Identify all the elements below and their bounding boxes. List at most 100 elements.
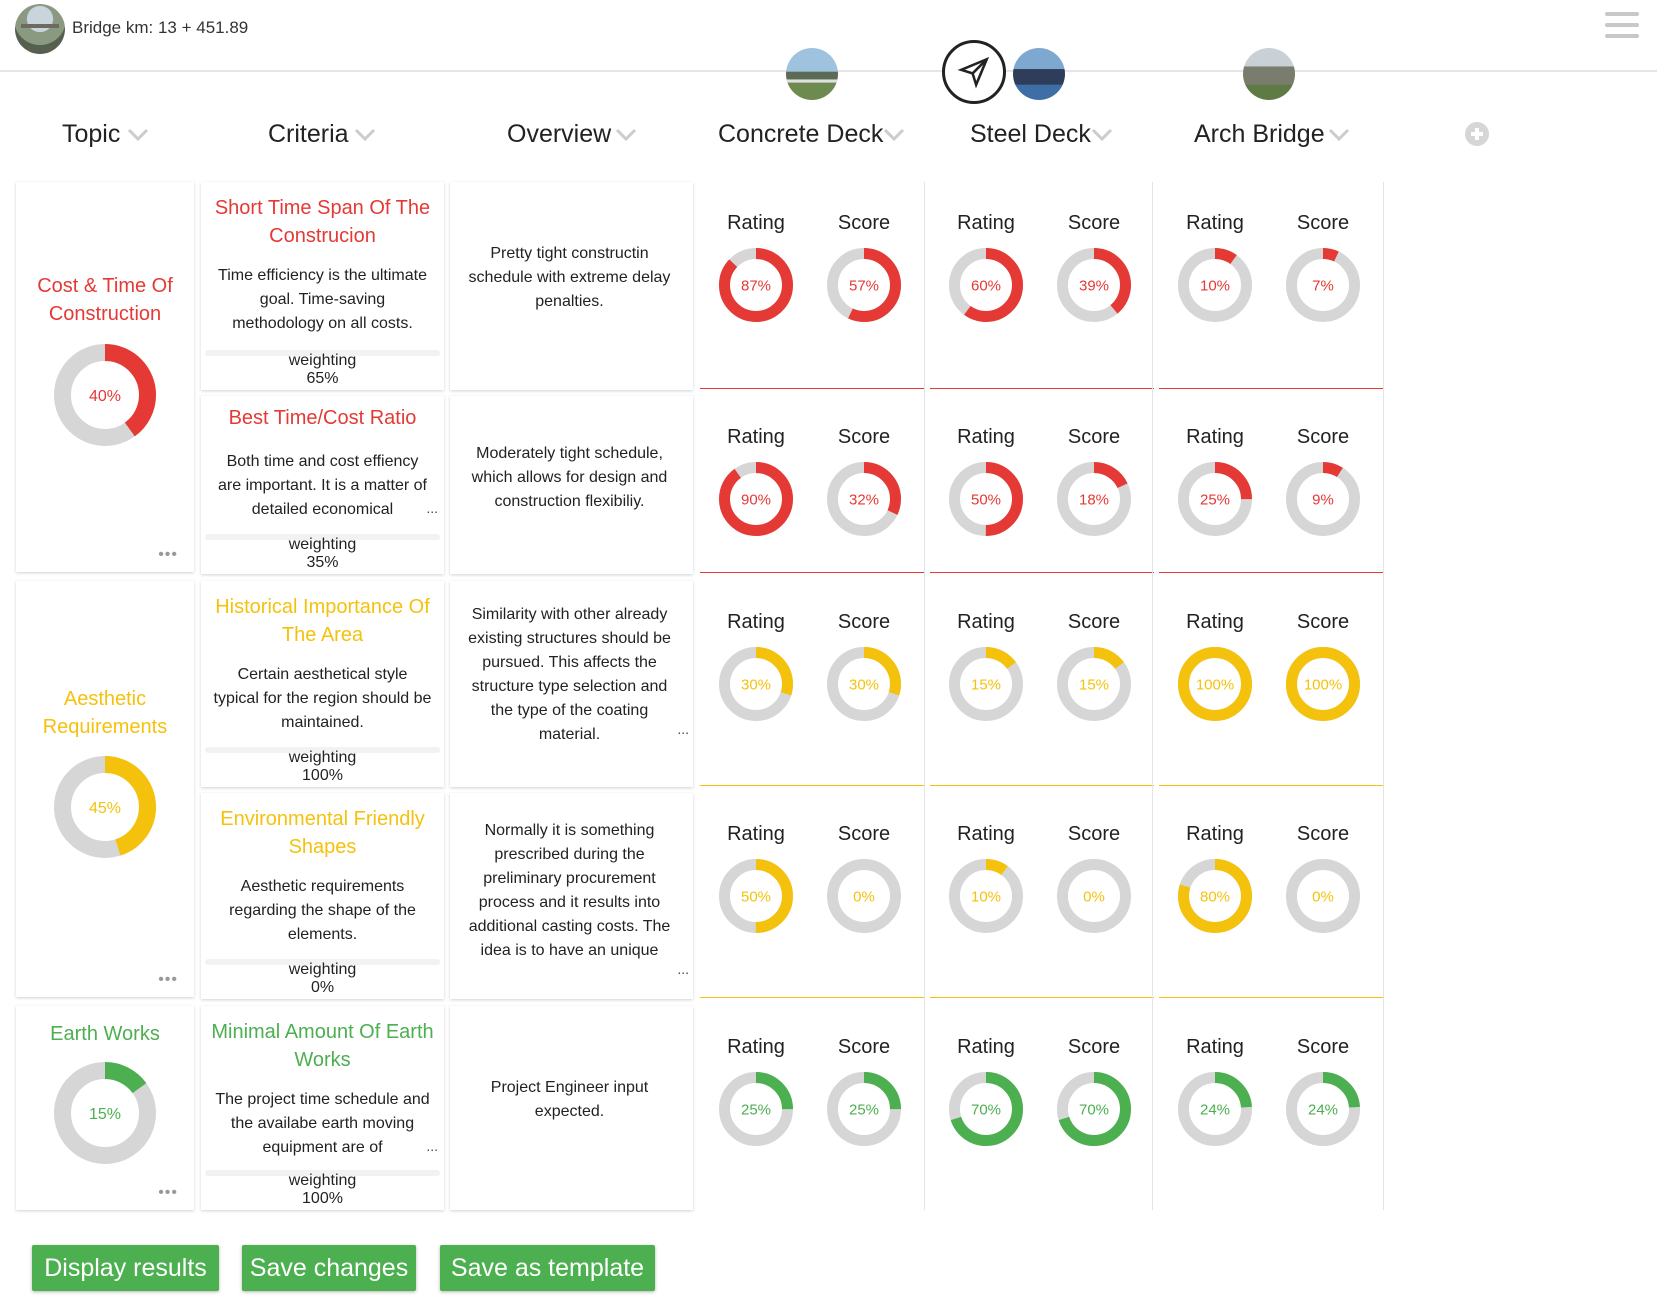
concrete-deck-image[interactable] [786, 48, 838, 100]
column-header-steel-deck[interactable]: Steel Deck [970, 120, 1091, 149]
topic-weight-ring: 15% [54, 1062, 156, 1164]
overview-card[interactable]: Normally it is something prescribed duri… [450, 793, 693, 999]
evaluation-cell[interactable]: Rating Score 60% 39% [930, 182, 1154, 390]
weighting-label: weighting [288, 352, 357, 369]
topic-card[interactable]: Aesthetic Requirements 45% ••• [16, 581, 194, 997]
ring-percent-label: 70% [1079, 1101, 1109, 1118]
bridge-title: Bridge km: 13 + 451.89 [72, 18, 249, 37]
rating-ring[interactable]: 90% [719, 462, 793, 536]
row-divider [930, 997, 1154, 998]
evaluation-cell[interactable]: Rating Score 50% 0% [700, 793, 924, 999]
criteria-title: Historical Importance Of The Area [215, 596, 430, 646]
rating-label: Rating [727, 426, 785, 448]
ring-percent-label: 25% [741, 1101, 771, 1118]
criteria-card[interactable]: Historical Importance Of The Area Certain … [201, 581, 444, 787]
rating-ring[interactable]: 15% [949, 647, 1023, 721]
topic-card[interactable]: Cost & Time Of Construction 40% ••• [16, 182, 194, 572]
rating-ring[interactable]: 50% [949, 462, 1023, 536]
evaluation-cell[interactable]: Rating Score 15% 15% [930, 581, 1154, 787]
topic-title: Aesthetic Requirements [42, 688, 168, 738]
evaluation-cell[interactable]: Rating Score 24% 24% [1159, 1006, 1383, 1210]
evaluation-cell[interactable]: Rating Score 25% 9% [1159, 396, 1383, 574]
column-divider [1152, 182, 1153, 1210]
chevron-down-icon[interactable] [1091, 128, 1113, 142]
column-header-concrete-deck[interactable]: Concrete Deck [718, 120, 883, 149]
criteria-card[interactable]: Best Time/Cost Ratio Both time and cost e… [201, 396, 444, 574]
criteria-card[interactable]: Environmental Friendly Shapes Aesthetic re… [201, 793, 444, 999]
evaluation-cell[interactable]: Rating Score 30% 30% [700, 581, 924, 787]
navigate-icon[interactable] [942, 40, 1006, 104]
rating-ring[interactable]: 87% [719, 248, 793, 322]
criteria-description: Certain aesthetical style typical for th… [213, 666, 432, 731]
display-results-button[interactable]: Display results [32, 1245, 219, 1291]
score-donut-chart: 9% [1286, 462, 1360, 536]
column-header-arch-bridge[interactable]: Arch Bridge [1194, 120, 1325, 149]
score-label: Score [1296, 1036, 1350, 1058]
evaluation-cell[interactable]: Rating Score 87% 57% [700, 182, 924, 390]
criteria-card[interactable]: Minimal Amount Of Earth Works The project … [201, 1006, 444, 1210]
score-donut-chart: 24% [1286, 1072, 1360, 1146]
rating-ring[interactable]: 25% [719, 1072, 793, 1146]
overview-card[interactable]: Pretty tight constructin schedule with e… [450, 182, 693, 390]
overview-card[interactable]: Project Engineer input expected. [450, 1006, 693, 1210]
arch-bridge-image[interactable] [1243, 48, 1295, 100]
chevron-down-icon[interactable] [127, 128, 149, 142]
rating-ring[interactable]: 25% [1178, 462, 1252, 536]
steel-deck-image[interactable] [1013, 48, 1065, 100]
evaluation-cell[interactable]: Rating Score 10% 7% [1159, 182, 1383, 390]
column-header-criteria[interactable]: Criteria [268, 120, 349, 149]
more-options-icon[interactable]: ••• [158, 546, 178, 564]
evaluation-cell[interactable]: Rating Score 50% 18% [930, 396, 1154, 574]
rating-ring[interactable]: 60% [949, 248, 1023, 322]
criteria-title: Environmental Friendly Shapes [220, 808, 425, 858]
weighting-value: 100% [302, 1190, 343, 1207]
bridge-avatar[interactable] [15, 4, 65, 54]
ring-percent-label: 100% [1304, 676, 1342, 693]
ring-percent-label: 60% [971, 277, 1001, 294]
rating-ring[interactable]: 80% [1178, 859, 1252, 933]
menu-icon[interactable] [1605, 12, 1639, 42]
ring-percent-label: 50% [741, 888, 771, 905]
chevron-down-icon[interactable] [883, 128, 905, 142]
rating-ring[interactable]: 100% [1178, 647, 1252, 721]
score-label: Score [1067, 823, 1121, 845]
chevron-down-icon[interactable] [354, 128, 376, 142]
weighting-value: 35% [306, 554, 339, 571]
ring-percent-label: 0% [1312, 888, 1334, 905]
rating-ring[interactable]: 30% [719, 647, 793, 721]
column-header-topic[interactable]: Topic [62, 120, 120, 149]
evaluation-cell[interactable]: Rating Score 10% 0% [930, 793, 1154, 999]
criteria-card[interactable]: Short Time Span Of The Construcion Time ef… [201, 182, 444, 390]
truncation-ellipsis[interactable]: ... [426, 1138, 438, 1154]
overview-card[interactable]: Moderately tight schedule, which allows … [450, 396, 693, 574]
chevron-down-icon[interactable] [615, 128, 637, 142]
chevron-down-icon[interactable] [1328, 128, 1350, 142]
rating-ring[interactable]: 24% [1178, 1072, 1252, 1146]
add-column-icon[interactable] [1465, 122, 1489, 146]
rating-label: Rating [727, 1036, 785, 1058]
rating-label: Rating [727, 212, 785, 234]
row-divider [700, 388, 924, 389]
truncation-ellipsis[interactable]: ... [426, 500, 438, 516]
evaluation-cell[interactable]: Rating Score 80% 0% [1159, 793, 1383, 999]
rating-ring[interactable]: 50% [719, 859, 793, 933]
rating-ring[interactable]: 10% [1178, 248, 1252, 322]
rating-ring[interactable]: 10% [949, 859, 1023, 933]
truncation-ellipsis[interactable]: ... [677, 961, 689, 977]
save-as-template-button[interactable]: Save as template [440, 1245, 655, 1291]
topic-card[interactable]: Earth Works 15% ••• [16, 1006, 194, 1210]
evaluation-cell[interactable]: Rating Score 25% 25% [700, 1006, 924, 1210]
truncation-ellipsis[interactable]: ... [677, 721, 689, 737]
rating-donut-chart: 10% [1178, 248, 1252, 322]
rating-label: Rating [727, 611, 785, 633]
evaluation-cell[interactable]: Rating Score 90% 32% [700, 396, 924, 574]
more-options-icon[interactable]: ••• [158, 971, 178, 989]
score-ring: 57% [827, 248, 901, 322]
overview-card[interactable]: Similarity with other already existing s… [450, 581, 693, 787]
evaluation-cell[interactable]: Rating Score 100% 100% [1159, 581, 1383, 787]
more-options-icon[interactable]: ••• [158, 1184, 178, 1202]
column-header-overview[interactable]: Overview [507, 120, 611, 149]
evaluation-cell[interactable]: Rating Score 70% 70% [930, 1006, 1154, 1210]
rating-ring[interactable]: 70% [949, 1072, 1023, 1146]
save-changes-button[interactable]: Save changes [242, 1245, 416, 1291]
